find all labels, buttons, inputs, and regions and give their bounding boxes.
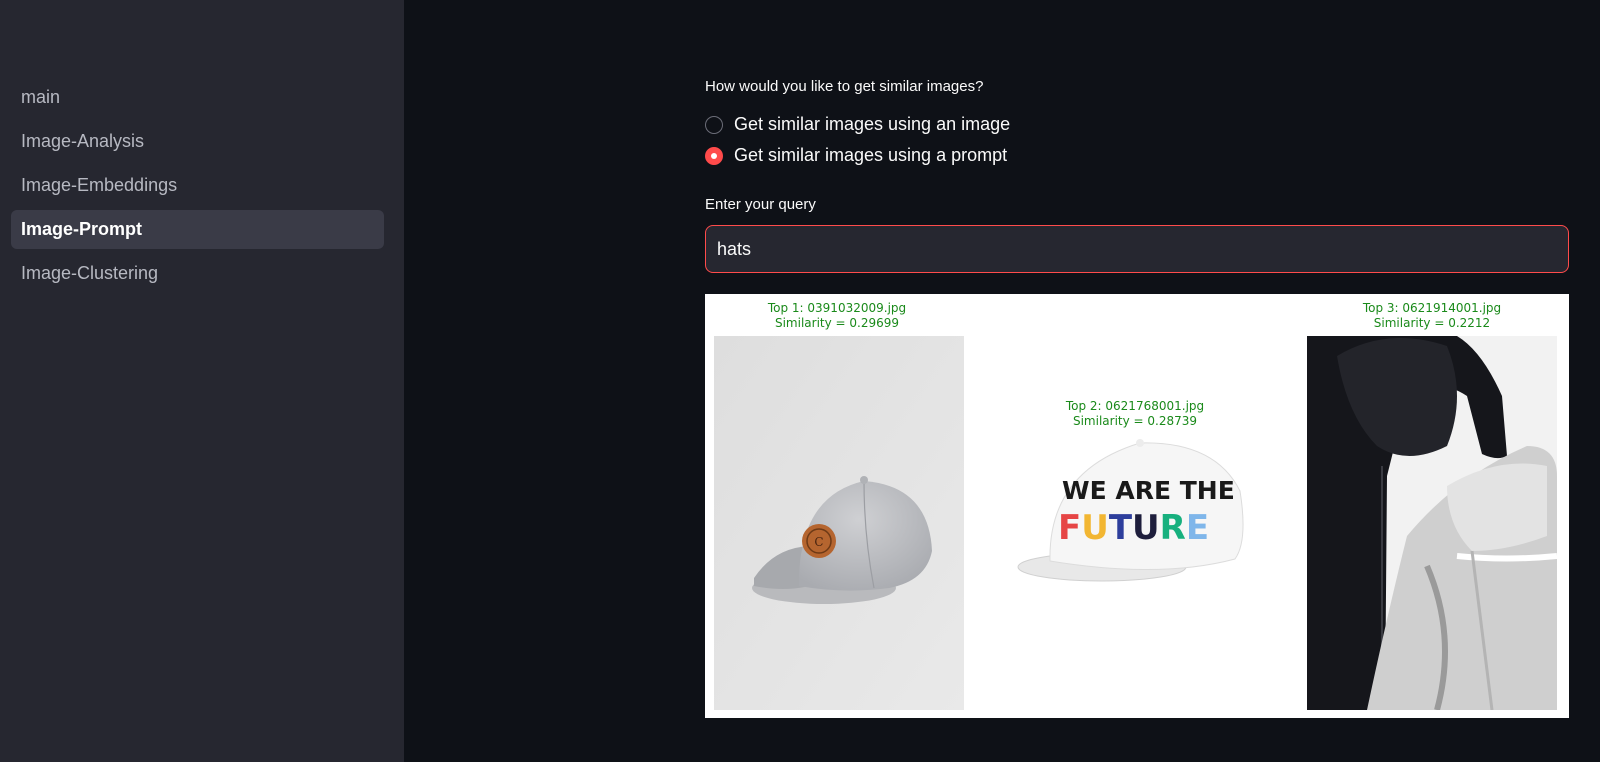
sidebar-item-label: Image-Prompt [21, 219, 143, 239]
grey-cap-image: C [714, 336, 964, 710]
result-similarity: Similarity = 0.2212 [1373, 316, 1491, 330]
sidebar: main Image-Analysis Image-Embeddings Ima… [0, 0, 404, 762]
result-similarity: Similarity = 0.28739 [1072, 414, 1198, 428]
results-figure: Top 1: 0391032009.jpg Similarity = 0.296… [705, 294, 1569, 718]
hat-print-letter: E [1186, 508, 1209, 548]
sidebar-item-label: main [21, 87, 61, 107]
query-label: Enter your query [705, 196, 816, 213]
radio-selected-icon[interactable] [705, 146, 723, 165]
hat-print-line1: WE ARE THE [1062, 476, 1235, 505]
result-similarity: Similarity = 0.29699 [774, 316, 900, 330]
radio-option-prompt[interactable]: Get similar images using a prompt [705, 145, 1007, 166]
sidebar-item-image-embeddings[interactable]: Image-Embeddings [11, 166, 384, 205]
result-image-2[interactable]: WE ARE THE FUTURE [1010, 431, 1260, 601]
hat-print-letter: U [1132, 508, 1160, 548]
sidebar-nav: main Image-Analysis Image-Embeddings Ima… [11, 78, 384, 298]
sidebar-item-label: Image-Analysis [21, 131, 145, 151]
hat-print-letter: F [1058, 508, 1081, 548]
result-image-3[interactable] [1307, 336, 1557, 710]
result-title: Top 3: 0621914001.jpg [1362, 301, 1502, 315]
hat-print-letter: T [1109, 508, 1133, 548]
sidebar-item-image-analysis[interactable]: Image-Analysis [11, 122, 384, 161]
radio-unselected-icon[interactable] [705, 115, 723, 134]
hat-print-letter: U [1081, 508, 1109, 548]
result-title: Top 1: 0391032009.jpg [767, 301, 907, 315]
sidebar-item-label: Image-Clustering [21, 263, 159, 283]
sidebar-item-image-clustering[interactable]: Image-Clustering [11, 254, 384, 293]
svg-text:C: C [814, 535, 823, 549]
sidebar-item-image-prompt[interactable]: Image-Prompt [11, 210, 384, 249]
hat-print-line2: FUTURE [1058, 508, 1209, 548]
result-title: Top 2: 0621768001.jpg [1065, 399, 1205, 413]
result-caption-2: Top 2: 0621768001.jpg Similarity = 0.287… [1010, 399, 1260, 429]
radio-option-label: Get similar images using a prompt [734, 145, 1008, 165]
sidebar-item-label: Image-Embeddings [21, 175, 178, 195]
white-cap-image: WE ARE THE FUTURE [1010, 431, 1260, 601]
sidebar-item-main[interactable]: main [11, 78, 384, 117]
result-caption-1: Top 1: 0391032009.jpg Similarity = 0.296… [712, 301, 962, 331]
result-image-1[interactable]: C [714, 336, 964, 710]
hat-print-letter: R [1160, 508, 1186, 548]
radio-option-image[interactable]: Get similar images using an image [705, 114, 1010, 135]
search-mode-question: How would you like to get similar images… [705, 78, 984, 95]
hoodie-image [1307, 336, 1557, 710]
result-caption-3: Top 3: 0621914001.jpg Similarity = 0.221… [1307, 301, 1557, 331]
radio-option-label: Get similar images using an image [734, 114, 1011, 134]
query-input[interactable] [705, 225, 1569, 273]
